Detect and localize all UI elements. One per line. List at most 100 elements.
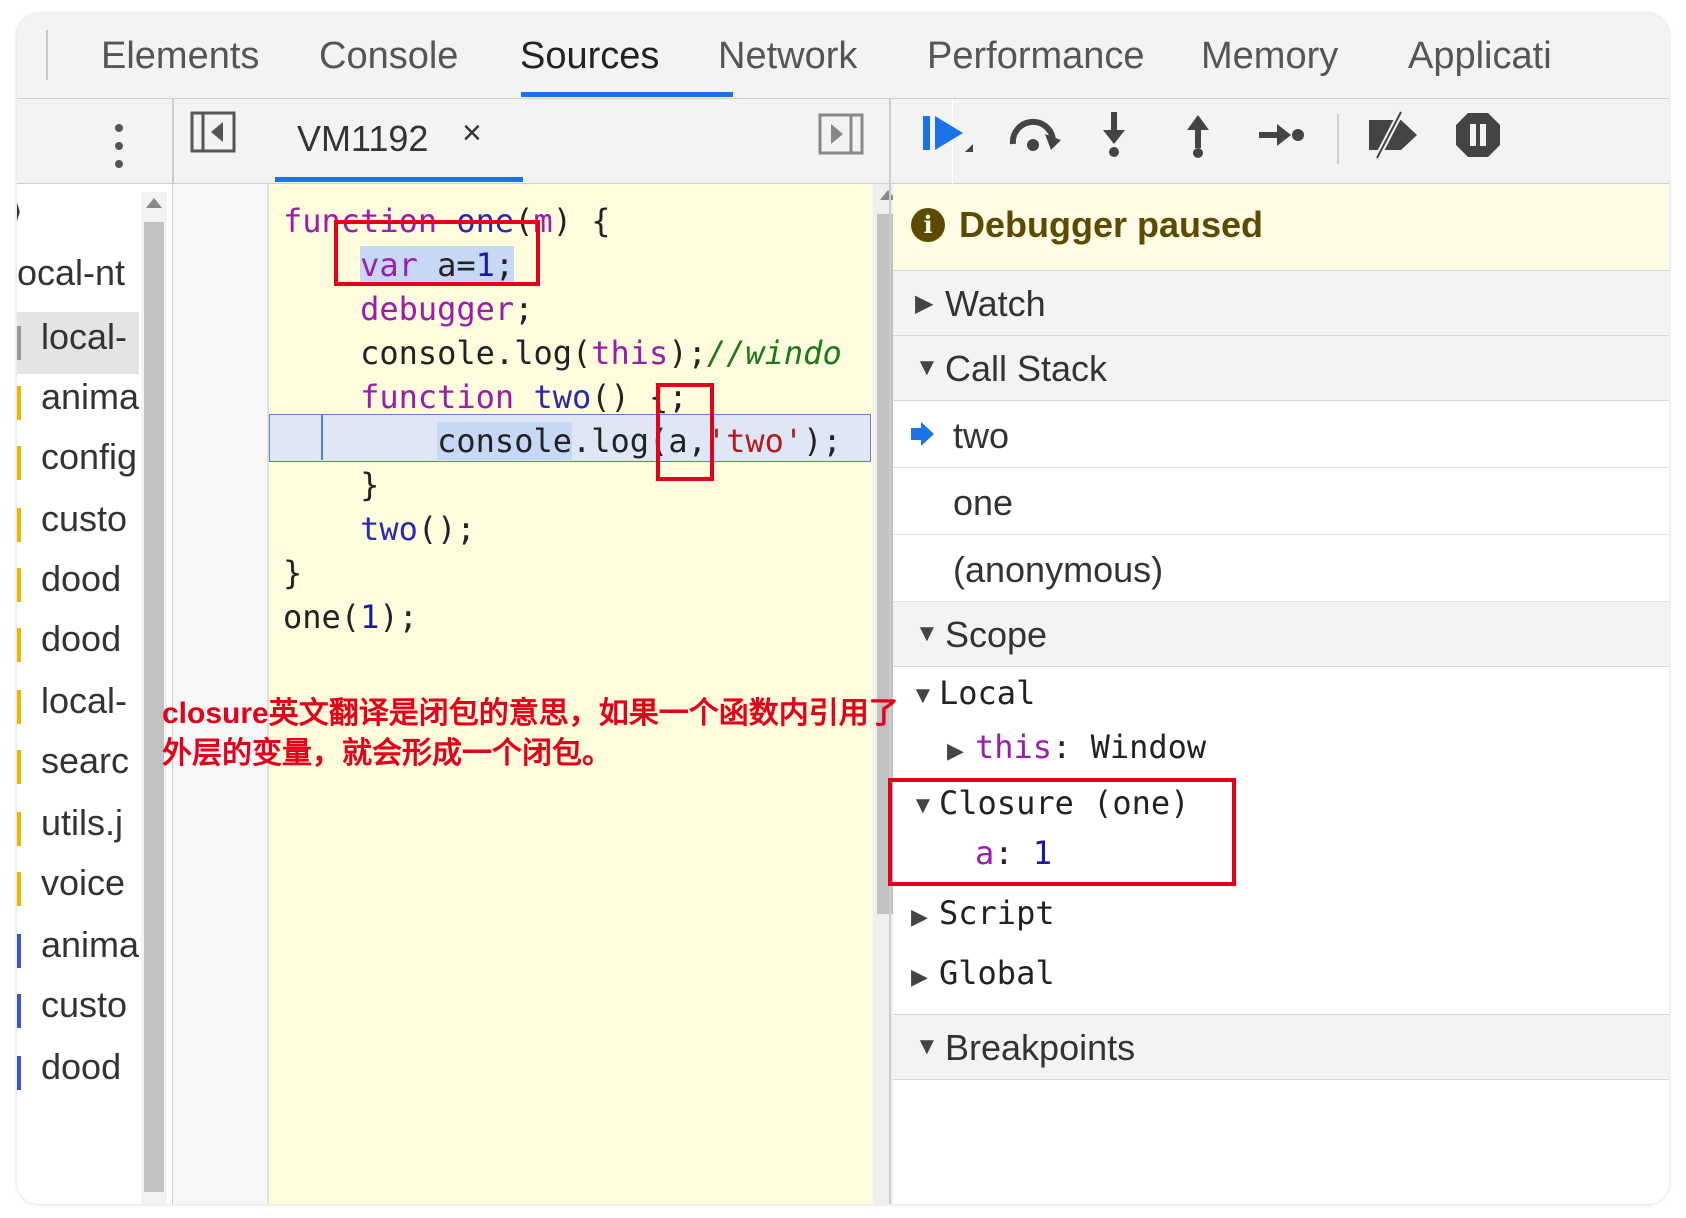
scope-label: Scope [945,614,1048,655]
toggle-debugger-icon[interactable] [817,112,865,156]
tree-file-icon [17,872,21,906]
scroll-up-icon[interactable] [146,198,162,208]
expand-arrow-icon[interactable]: ▶ [911,964,928,990]
tree-item[interactable]: dood [41,1046,121,1088]
tree-file-icon [17,934,21,968]
code-line-8: two(); [360,510,476,548]
tree-file-icon [17,508,21,542]
active-tab-indicator [521,92,733,97]
call-stack-section-header[interactable]: ▼ Call Stack [893,336,1669,401]
pause-on-exceptions-icon[interactable] [1453,110,1503,160]
tree-item-partial[interactable]: ⟩ [17,190,23,232]
highlight-box-closure [888,778,1236,886]
call-stack-label: Call Stack [945,348,1108,389]
tab-performance[interactable]: Performance [927,30,1145,82]
scope-local[interactable]: Local [939,674,1035,712]
expand-arrow-icon[interactable]: ▶ [947,738,964,764]
breakpoints-label: Breakpoints [945,1027,1136,1068]
tree-file-icon [17,812,21,846]
tree-file-icon [17,446,21,480]
tree-file-icon [17,628,21,662]
scope-this-entry[interactable]: this: Window [975,728,1206,766]
code-line-3: debugger; [360,290,534,328]
tree-item[interactable]: config [41,436,137,478]
info-icon: i [911,208,945,242]
expand-arrow-icon[interactable]: ▶ [911,904,928,930]
tab-separator [46,30,48,80]
scope-section-header[interactable]: ▼ Scope [893,602,1669,667]
tree-file-icon [17,568,21,602]
navigator-scroll-thumb[interactable] [144,222,164,1192]
call-frame-name: two [953,415,1010,456]
code-line-4: console.log(this);//windo [360,334,842,372]
watch-section-header[interactable]: ▶ Watch [893,271,1669,336]
tree-item[interactable]: searc [41,740,129,782]
code-line-9: } [283,554,303,592]
tree-item[interactable]: local- [41,316,127,358]
step-over-icon[interactable] [1005,114,1063,154]
annotation-note: closure英文翻译是闭包的意思，如果一个函数内引用了外层的变量，就会形成一个… [162,697,899,770]
pane-divider[interactable] [889,99,891,1204]
tab-console[interactable]: Console [319,30,458,82]
call-frame[interactable]: one [893,468,1669,535]
code-line-5: function two() {; [360,378,688,416]
tree-item[interactable]: voice [41,862,125,904]
debugger-sidebar: i Debugger paused ▶ Watch ▼ Call Stack t… [893,184,1669,1204]
tree-item[interactable]: anima [41,924,139,966]
step-out-icon[interactable] [1183,110,1213,158]
tree-file-icon [17,326,21,360]
highlight-box-var-a [334,220,540,286]
tree-item[interactable]: local- [41,680,127,722]
current-frame-arrow-icon [911,422,934,446]
tree-file-icon [17,386,21,420]
paused-banner: i Debugger paused [893,184,1669,271]
code-line-10: one(1); [283,598,418,636]
tree-file-icon [17,690,21,724]
panel-tab-bar: Elements Console Sources Network Perform… [17,14,1669,99]
tab-memory[interactable]: Memory [1201,30,1338,82]
tab-application[interactable]: Applicati [1408,30,1552,82]
tree-item[interactable]: custo [41,984,127,1026]
tab-sources[interactable]: Sources [520,30,659,82]
resume-icon[interactable] [919,110,979,162]
expand-arrow-icon: ▶ [915,290,934,317]
tree-item[interactable]: custo [41,498,127,540]
tree-item[interactable]: ocal-nt [17,252,125,294]
file-tab-name[interactable]: VM1192 [297,118,428,160]
step-icon[interactable] [1257,120,1305,150]
collapse-arrow-icon: ▼ [915,620,939,647]
devtools-window: Elements Console Sources Network Perform… [17,14,1669,1204]
watch-label: Watch [945,283,1046,324]
file-navigator: ⟩ ocal-nt local- anima config custo dood… [17,184,139,1204]
toolbar-separator [1337,114,1339,164]
paused-message: Debugger paused [959,204,1264,245]
highlight-box-a-reference [656,383,714,481]
step-into-icon[interactable] [1099,110,1129,158]
more-options-icon[interactable] [112,124,124,168]
code-line-6: console.log(a,'two'); [437,422,842,460]
call-frame[interactable]: (anonymous) [893,535,1669,602]
breakpoints-section-header[interactable]: ▼ Breakpoints [893,1014,1669,1080]
scope-script[interactable]: Script [939,894,1055,932]
tree-item[interactable]: utils.j [41,802,123,844]
call-frame-name: one [953,482,1014,523]
tree-item[interactable]: dood [41,618,121,660]
code-line-7: } [360,466,380,504]
tree-item[interactable]: dood [41,558,121,600]
tree-file-icon [17,1056,21,1090]
call-frame[interactable]: two [893,401,1669,468]
scope-global[interactable]: Global [939,954,1055,992]
file-tab-indicator [275,177,523,182]
toggle-navigator-icon[interactable] [189,110,237,154]
tab-network[interactable]: Network [718,30,857,82]
collapse-arrow-icon: ▼ [915,1033,939,1060]
tree-file-icon [17,750,21,784]
collapse-arrow-icon: ▼ [915,354,939,381]
tree-file-icon [17,994,21,1028]
navigator-toolbar [17,99,172,184]
deactivate-breakpoints-icon[interactable] [1363,110,1421,160]
close-tab-icon[interactable]: × [462,114,482,153]
tree-item[interactable]: anima [41,376,139,418]
tab-elements[interactable]: Elements [101,30,259,82]
call-frame-name: (anonymous) [953,549,1164,590]
